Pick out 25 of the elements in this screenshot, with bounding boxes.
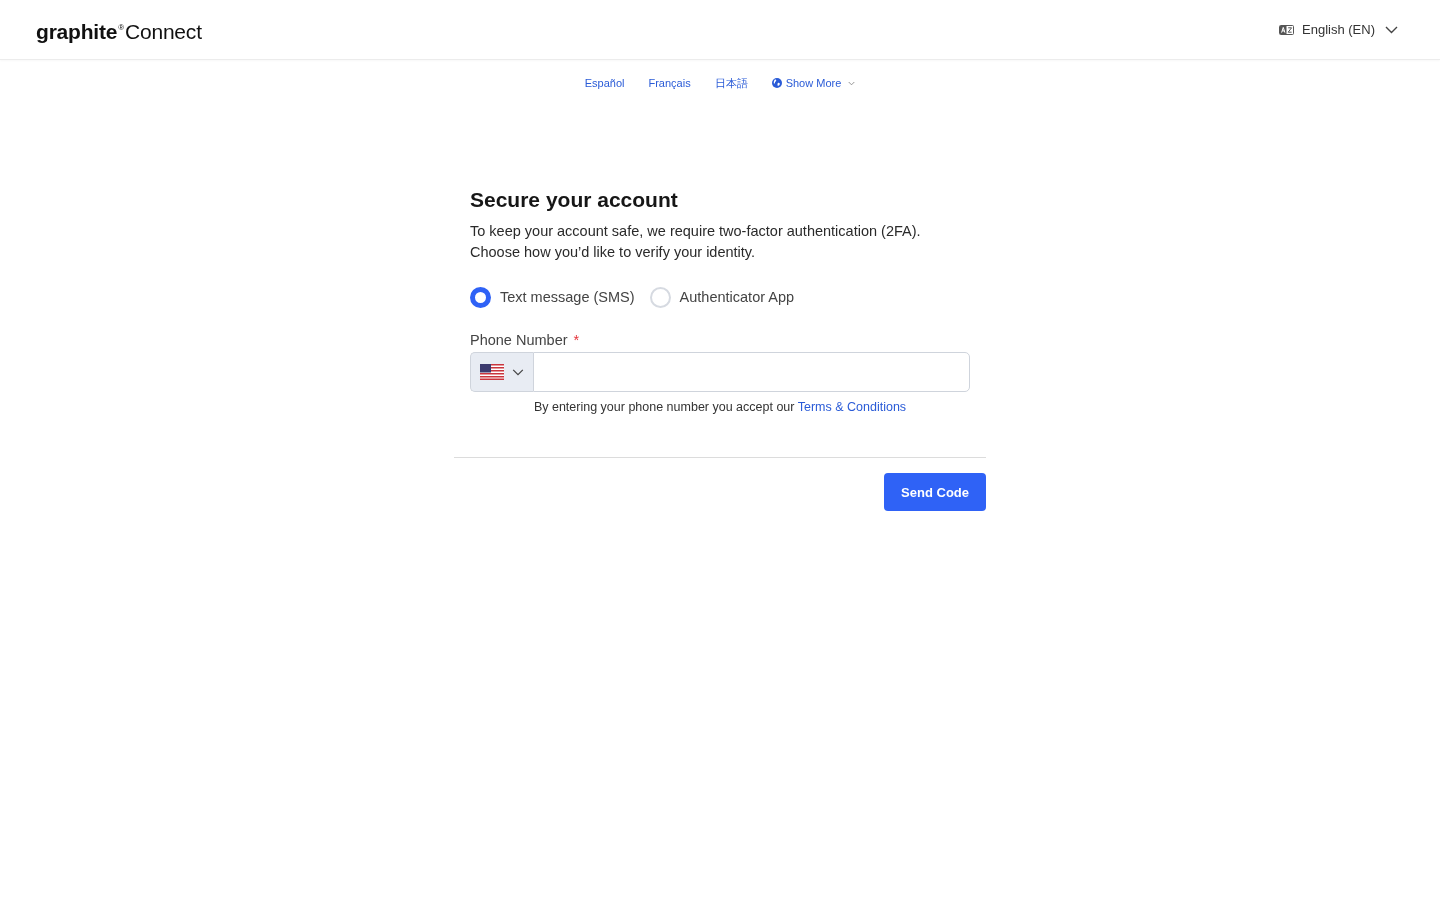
caret-icon xyxy=(1385,25,1398,34)
terms-link[interactable]: Terms & Conditions xyxy=(797,400,907,414)
caret-icon xyxy=(512,368,524,376)
radio-label[interactable]: Authenticator App xyxy=(679,289,795,305)
terms-notice: By entering your phone number you accept our Terms & Conditions xyxy=(532,399,908,415)
description-text: To keep your account safe, we require two-factor authentication (2FA). xyxy=(470,222,922,241)
form-title: Secure your account xyxy=(470,187,679,213)
translate-icon xyxy=(1279,24,1295,35)
description-text: Choose how you’d like to verify your identity. xyxy=(470,243,757,262)
radio-button[interactable] xyxy=(470,286,491,308)
language-selector[interactable]: English (EN) xyxy=(1279,22,1398,37)
required-mark: * xyxy=(573,331,580,350)
phone-input[interactable] xyxy=(533,352,970,392)
flag-icon xyxy=(480,364,504,380)
send-code-button[interactable]: Send Code xyxy=(884,473,986,511)
language-link[interactable]: 日本語 xyxy=(714,76,748,90)
country-select[interactable] xyxy=(470,352,533,392)
radio-label[interactable]: Text message (SMS) xyxy=(500,289,635,305)
logo: graphite$^{®}$Connect xyxy=(36,18,202,45)
field-label: Phone Number xyxy=(470,331,568,350)
language-link[interactable]: Español xyxy=(584,76,625,90)
globe-icon xyxy=(771,78,782,88)
language-link[interactable]: Français xyxy=(648,76,691,90)
caret-icon xyxy=(848,80,856,86)
show-more-button[interactable]: Show More xyxy=(771,76,856,90)
